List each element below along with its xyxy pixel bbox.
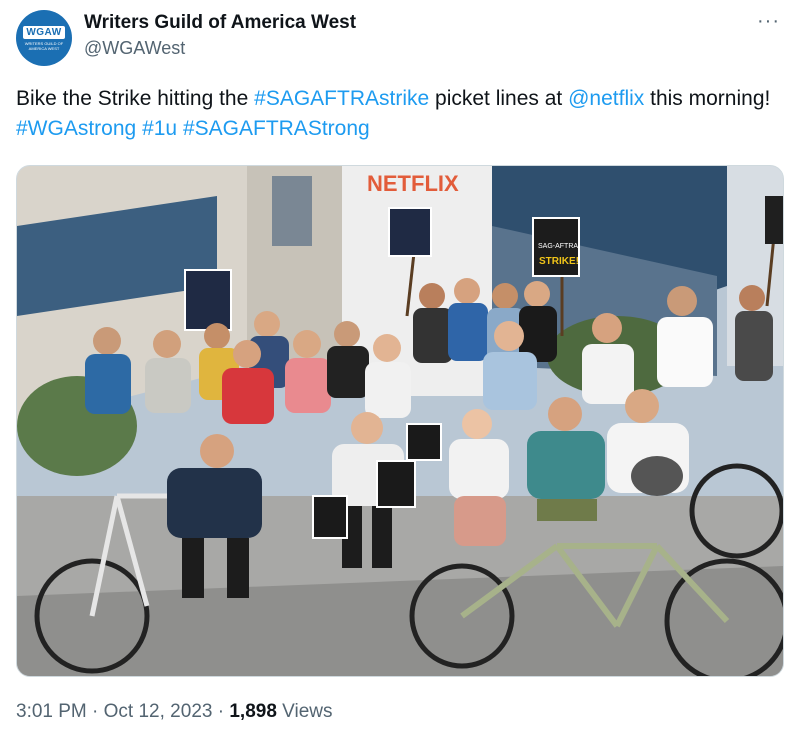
separator: · [92,701,99,722]
sign-text: SAG-AFTRA [538,243,578,250]
tweet-text-segment: this morning! [644,87,771,110]
more-options-icon[interactable]: ··· [757,10,780,33]
photo-illustration: NETFLIX SAG-AFTRA STRIKE! [17,166,783,676]
tweet-text-segment: picket lines at [429,87,569,110]
avatar[interactable]: WGAW WRITERS GUILD OF AMERICA WEST [16,10,72,66]
user-handle[interactable]: @WGAWest [84,38,185,59]
picket-sign [184,269,232,331]
hashtag-link[interactable]: #WGAstrong [16,117,136,140]
sign-text: STRIKE! [539,256,579,267]
tweet-metadata: 3:01 PM · Oct 12, 2023 · 1,898 Views [16,701,333,723]
tweet-photo[interactable]: NETFLIX SAG-AFTRA STRIKE! [16,165,784,677]
hashtag-link[interactable]: #SAGAFTRAstrike [254,87,429,110]
tweet-header: WGAW WRITERS GUILD OF AMERICA WEST Write… [16,10,784,66]
separator: · [217,701,225,722]
views-count: 1,898 [229,701,277,722]
mention-link[interactable]: @netflix [568,87,644,110]
avatar-subtext: WRITERS GUILD OF AMERICA WEST [24,40,64,51]
tweet-text: Bike the Strike hitting the #SAGAFTRAstr… [16,84,786,144]
hashtag-link[interactable]: #SAGAFTRAStrong [183,117,370,140]
tweet-text-segment: Bike the Strike hitting the [16,87,255,110]
handheld-sign [406,423,442,461]
handheld-sign [376,460,416,508]
display-name[interactable]: Writers Guild of America West [84,12,356,34]
tweet-time-link[interactable]: 3:01 PM · Oct 12, 2023 [16,701,212,722]
netflix-building-sign: NETFLIX [367,171,459,196]
tweet-date: Oct 12, 2023 [103,701,213,722]
avatar-logo-text: WGAW [23,25,65,39]
tweet-time: 3:01 PM [16,701,87,722]
views-label: Views [282,701,333,722]
handheld-sign [312,495,348,539]
hashtag-link[interactable]: #1u [142,117,177,140]
